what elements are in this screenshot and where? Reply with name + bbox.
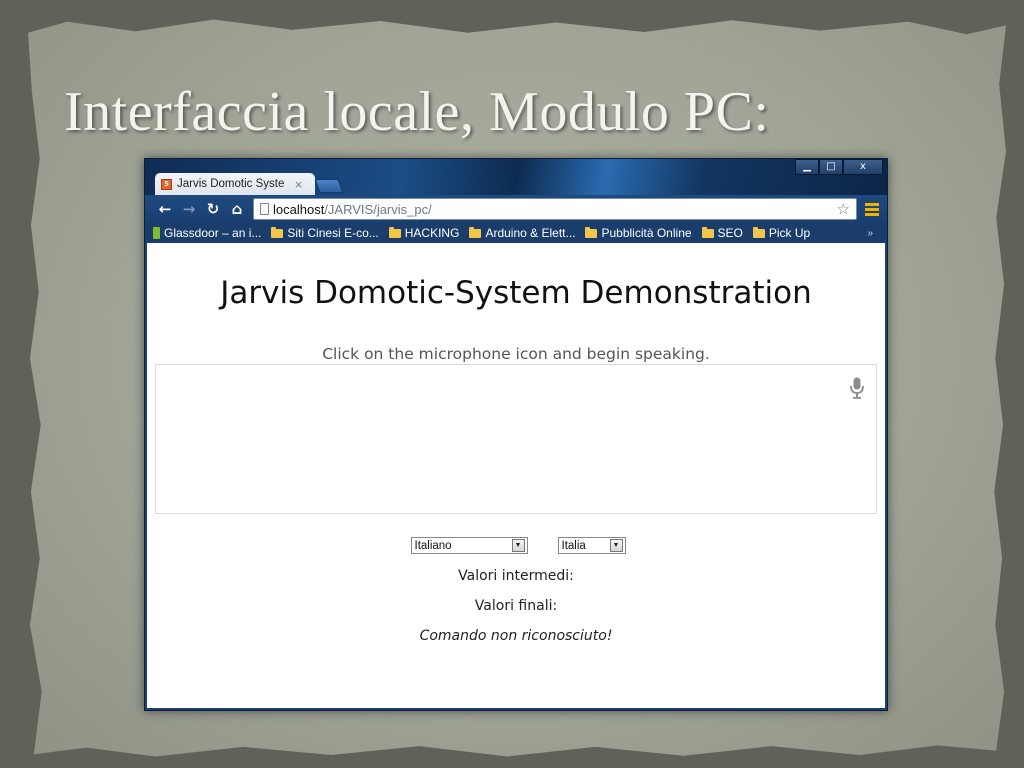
- forward-arrow-icon[interactable]: →: [177, 200, 201, 218]
- command-status: Comando non riconosciuto!: [419, 628, 613, 644]
- browser-toolbar: ← → ↻ ⌂ localhost /JARVIS/jarvis_pc/ ☆: [145, 195, 887, 223]
- speech-hint: Click on the microphone icon and begin s…: [322, 345, 710, 363]
- language-select[interactable]: Italiano ▼: [410, 537, 528, 554]
- language-select-value: Italiano: [414, 539, 452, 552]
- final-values-label: Valori finali:: [474, 598, 558, 614]
- bookmark-star-icon[interactable]: ☆: [837, 200, 850, 218]
- folder-icon: [701, 226, 714, 238]
- chevron-down-icon: ▼: [511, 539, 525, 552]
- page-icon: [260, 203, 269, 215]
- reload-icon[interactable]: ↻: [201, 200, 225, 218]
- bookmark-label: Arduino & Elett...: [485, 226, 576, 240]
- dialect-select-value: Italia: [561, 539, 586, 552]
- bookmark-siti-cinesi[interactable]: Siti Cinesi E-co...: [271, 226, 379, 240]
- maximize-button[interactable]: □: [819, 159, 843, 175]
- folder-icon: [585, 226, 598, 238]
- tab-close-icon[interactable]: ×: [294, 178, 303, 191]
- folder-icon: [271, 226, 284, 238]
- bookmark-label: Pick Up: [768, 226, 811, 240]
- bookmark-pubblicita[interactable]: Pubblicità Online: [585, 226, 692, 240]
- slide-title: Interfaccia locale, Modulo PC:: [64, 81, 770, 143]
- folder-icon: [388, 226, 401, 238]
- bookmark-label: Siti Cinesi E-co...: [287, 226, 379, 240]
- close-button[interactable]: x: [843, 159, 883, 175]
- back-arrow-icon[interactable]: ←: [153, 200, 177, 218]
- microphone-icon[interactable]: [850, 377, 864, 403]
- bookmarks-bar: Glassdoor – an i... Siti Cinesi E-co... …: [145, 223, 887, 243]
- tab-title: Jarvis Domotic Syste: [177, 178, 285, 190]
- chevron-down-icon: ▼: [609, 539, 623, 552]
- bookmark-label: HACKING: [404, 226, 460, 240]
- glassdoor-icon: [153, 227, 160, 239]
- bookmark-arduino[interactable]: Arduino & Elett...: [469, 226, 575, 240]
- bookmark-pick-up[interactable]: Pick Up: [752, 226, 811, 240]
- language-controls: Italiano ▼ Italia ▼: [147, 537, 885, 554]
- minimize-button[interactable]: ▁: [795, 159, 819, 175]
- window-controls: ▁ □ x: [795, 159, 883, 175]
- folder-icon: [752, 226, 765, 238]
- html5-icon: 5: [161, 178, 172, 190]
- bookmark-label: Pubblicità Online: [601, 226, 692, 240]
- new-tab-button[interactable]: [314, 179, 344, 193]
- address-bar[interactable]: localhost /JARVIS/jarvis_pc/ ☆: [253, 198, 857, 220]
- home-icon[interactable]: ⌂: [225, 200, 249, 218]
- bookmarks-overflow-icon[interactable]: »: [867, 228, 873, 239]
- browser-tab[interactable]: 5 Jarvis Domotic Syste ×: [155, 173, 315, 195]
- page-heading: Jarvis Domotic-System Demonstration: [220, 275, 812, 311]
- url-path: /JARVIS/jarvis_pc/: [324, 201, 432, 217]
- dialect-select[interactable]: Italia ▼: [557, 537, 626, 554]
- bookmark-label: SEO: [717, 226, 743, 240]
- intermediate-values-label: Valori intermedi:: [458, 568, 574, 584]
- browser-window: ▁ □ x 5 Jarvis Domotic Syste × ← → ↻ ⌂ l…: [144, 158, 888, 711]
- bookmark-hacking[interactable]: HACKING: [388, 226, 460, 240]
- bookmark-label: Glassdoor – an i...: [164, 226, 262, 240]
- browser-titlebar: ▁ □ x 5 Jarvis Domotic Syste ×: [145, 159, 887, 195]
- menu-icon[interactable]: [865, 202, 879, 216]
- bookmark-glassdoor[interactable]: Glassdoor – an i...: [153, 226, 261, 240]
- folder-icon: [469, 226, 482, 238]
- url-host: localhost: [273, 201, 325, 217]
- speech-result-box: [155, 364, 877, 514]
- page-content: Jarvis Domotic-System Demonstration Clic…: [147, 243, 885, 708]
- bookmark-seo[interactable]: SEO: [701, 226, 743, 240]
